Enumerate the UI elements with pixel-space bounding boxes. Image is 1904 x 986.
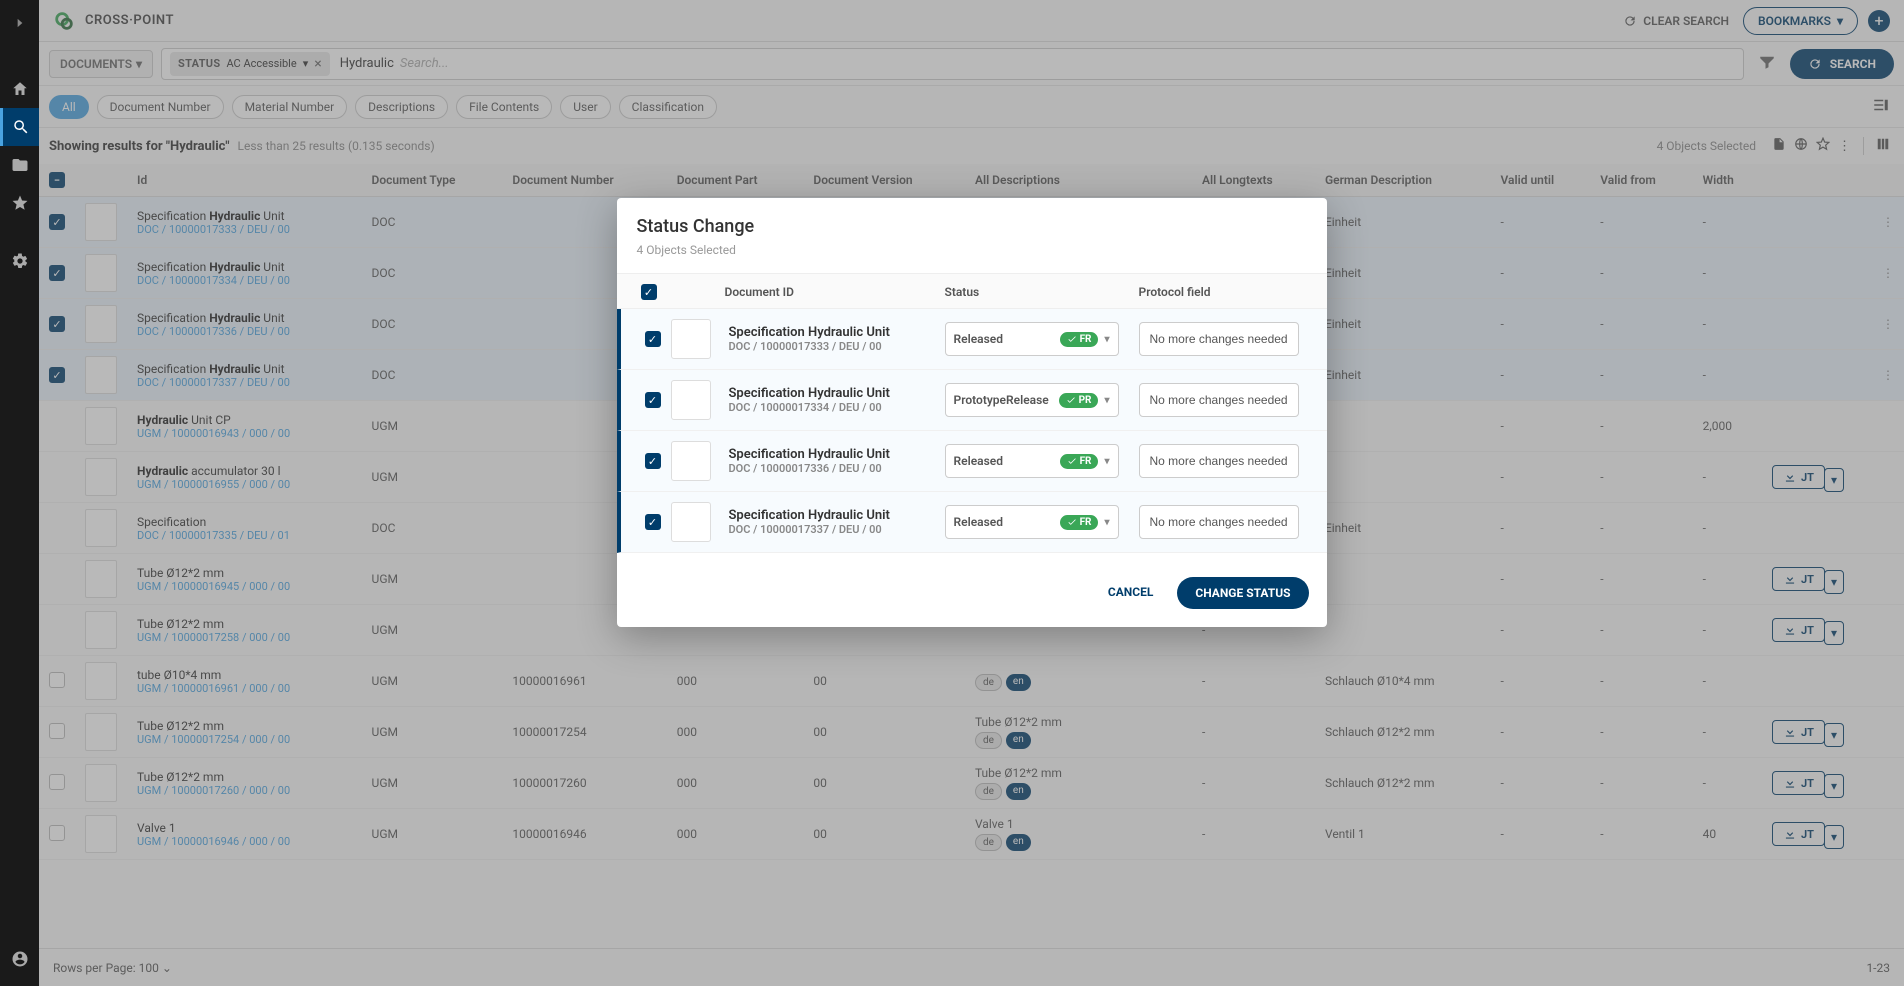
modal-row-checkbox[interactable]: ✓ [645, 453, 661, 469]
modal-col-proto: Protocol field [1139, 285, 1313, 299]
modal-overlay: Status Change 4 Objects Selected ✓ Docum… [39, 0, 1904, 986]
modal-row-checkbox[interactable]: ✓ [645, 392, 661, 408]
modal-thumbnail [671, 441, 711, 481]
modal-row: ✓ Specification Hydraulic UnitDOC / 10000… [617, 309, 1327, 370]
modal-item-sub: DOC / 10000017336 / DEU / 00 [729, 462, 945, 475]
rail-account[interactable] [0, 940, 39, 978]
modal-item-sub: DOC / 10000017337 / DEU / 00 [729, 523, 945, 536]
status-select[interactable]: ReleasedFR▾ [945, 444, 1119, 478]
status-select[interactable]: ReleasedFR▾ [945, 505, 1119, 539]
protocol-input[interactable] [1139, 322, 1299, 356]
modal-item-sub: DOC / 10000017334 / DEU / 00 [729, 401, 945, 414]
modal-col-status: Status [945, 285, 1139, 299]
rail-home[interactable] [0, 70, 39, 108]
status-badge: FR [1060, 515, 1099, 530]
protocol-input[interactable] [1139, 383, 1299, 417]
rail-settings[interactable] [0, 242, 39, 280]
status-badge: PR [1059, 393, 1099, 408]
modal-thumbnail [671, 380, 711, 420]
cancel-button[interactable]: CANCEL [1098, 577, 1163, 609]
change-status-button[interactable]: CHANGE STATUS [1177, 577, 1308, 609]
status-change-modal: Status Change 4 Objects Selected ✓ Docum… [617, 198, 1327, 627]
modal-item-title: Specification Hydraulic Unit [729, 386, 945, 401]
modal-title: Status Change [637, 216, 1307, 237]
status-select[interactable]: PrototypeReleasePR▾ [945, 383, 1119, 417]
navigation-rail [0, 0, 39, 986]
status-select[interactable]: ReleasedFR▾ [945, 322, 1119, 356]
modal-item-title: Specification Hydraulic Unit [729, 325, 945, 340]
chevron-down-icon: ▾ [1104, 395, 1109, 406]
rail-expand-toggle[interactable] [5, 8, 35, 42]
modal-item-title: Specification Hydraulic Unit [729, 447, 945, 462]
protocol-input[interactable] [1139, 444, 1299, 478]
modal-select-all-checkbox[interactable]: ✓ [641, 284, 657, 300]
rail-search[interactable] [0, 108, 39, 146]
rail-bookmarks[interactable] [0, 184, 39, 222]
rail-folder[interactable] [0, 146, 39, 184]
modal-item-sub: DOC / 10000017333 / DEU / 00 [729, 340, 945, 353]
modal-row-checkbox[interactable]: ✓ [645, 514, 661, 530]
chevron-down-icon: ▾ [1104, 456, 1109, 467]
modal-row-checkbox[interactable]: ✓ [645, 331, 661, 347]
modal-item-title: Specification Hydraulic Unit [729, 508, 945, 523]
modal-row: ✓ Specification Hydraulic UnitDOC / 10000… [617, 370, 1327, 431]
modal-thumbnail [671, 502, 711, 542]
modal-thumbnail [671, 319, 711, 359]
modal-row: ✓ Specification Hydraulic UnitDOC / 10000… [617, 431, 1327, 492]
chevron-down-icon: ▾ [1104, 517, 1109, 528]
modal-col-doc: Document ID [725, 285, 945, 299]
modal-subtitle: 4 Objects Selected [637, 243, 1307, 257]
modal-row: ✓ Specification Hydraulic UnitDOC / 10000… [617, 492, 1327, 553]
chevron-down-icon: ▾ [1104, 334, 1109, 345]
status-badge: FR [1060, 454, 1099, 469]
status-badge: FR [1060, 332, 1099, 347]
protocol-input[interactable] [1139, 505, 1299, 539]
